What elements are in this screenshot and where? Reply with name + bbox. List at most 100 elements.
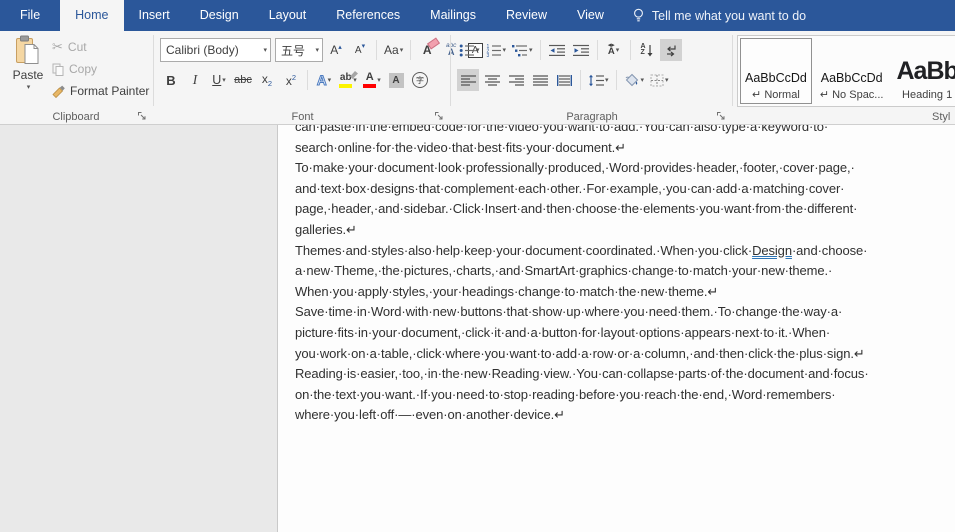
asian-layout-button[interactable]: ◂▸ A ▾ (603, 39, 625, 61)
decrease-indent-icon (549, 44, 565, 57)
align-right-button[interactable] (505, 69, 527, 91)
group-separator (450, 35, 451, 106)
tab-insert[interactable]: Insert (124, 0, 185, 31)
decrease-indent-button[interactable] (546, 39, 568, 61)
doc-line[interactable]: where·you·left·off·—·even·on·another·dev… (295, 405, 955, 426)
sort-button[interactable]: AZ (636, 39, 658, 61)
doc-line[interactable]: a·new·Theme,·the·pictures,·charts,·and·S… (295, 261, 955, 282)
dialog-launcher-icon (716, 111, 726, 121)
styles-gallery: AaBbCcDd ↵ Normal AaBbCcDd ↵ No Spac... … (737, 35, 955, 107)
shading-button[interactable]: ▾ (622, 69, 647, 91)
clipboard-column: ✂ Cut Copy Format Painter (52, 37, 149, 101)
enclose-characters-button[interactable]: 字 (409, 69, 431, 91)
clipboard-group: Paste ▾ ✂ Cut Copy (0, 31, 152, 124)
font-name-select[interactable]: Calibri (Body)▾ (160, 38, 271, 62)
tab-layout[interactable]: Layout (254, 0, 322, 31)
subscript-button[interactable]: x2 (256, 69, 278, 91)
separator (597, 40, 598, 60)
combo-arrow-icon: ▾ (315, 47, 319, 54)
copy-button[interactable]: Copy (52, 59, 149, 79)
format-painter-button[interactable]: Format Painter (52, 81, 149, 101)
text-effects-button[interactable]: A▾ (313, 69, 335, 91)
bullets-button[interactable]: ▾ (457, 39, 482, 61)
dropdown-arrow-icon: ▾ (222, 77, 226, 84)
italic-icon: I (193, 73, 198, 87)
increase-indent-button[interactable] (570, 39, 592, 61)
text-effects-icon: A (317, 73, 327, 88)
doc-line[interactable]: Themes·and·styles·also·help·keep·your·do… (295, 241, 955, 262)
doc-line[interactable]: and·text·box·designs·that·complement·eac… (295, 179, 955, 200)
character-shading-button[interactable]: A (385, 69, 407, 91)
distribute-button[interactable] (553, 69, 575, 91)
paste-label: Paste (13, 68, 44, 82)
doc-line[interactable]: picture·fits·in·your·document,·click·it·… (295, 323, 955, 344)
style-name: Heading 1 (902, 89, 952, 101)
justify-button[interactable] (529, 69, 551, 91)
dropdown-arrow-icon: ▾ (529, 47, 533, 54)
separator (307, 70, 308, 90)
font-color-button[interactable]: A ▾ (361, 69, 383, 91)
style-name: ↵ No Spac... (820, 88, 884, 101)
style-preview: AaBbCcDd (745, 51, 807, 85)
underline-button[interactable]: U▾ (208, 69, 230, 91)
font-size-value: 五号 (281, 42, 305, 59)
borders-button[interactable]: ▾ (648, 69, 671, 91)
shrink-font-button[interactable]: A▾ (349, 39, 371, 61)
format-painter-label: Format Painter (70, 84, 149, 98)
dropdown-arrow-icon: ▾ (616, 47, 620, 54)
clipboard-group-label: Clipboard (0, 111, 152, 123)
doc-line[interactable]: When·you·apply·styles,·your·headings·cha… (295, 282, 955, 303)
document-page[interactable]: can·paste·in·the·embed·code·for·the·vide… (277, 125, 955, 532)
change-case-button[interactable]: Aa▾ (382, 39, 405, 61)
shading-bucket-icon (624, 73, 640, 87)
tab-references[interactable]: References (321, 0, 415, 31)
highlight-color-button[interactable]: ab ▾ (337, 69, 359, 91)
multilevel-list-button[interactable]: ▾ (510, 39, 535, 61)
doc-line[interactable]: you·work·on·a·table,·click·where·you·wan… (295, 344, 955, 365)
dropdown-arrow-icon: ▾ (328, 77, 332, 84)
doc-line[interactable]: can·paste·in·the·embed·code·for·the·vide… (295, 125, 955, 138)
cut-button[interactable]: ✂ Cut (52, 37, 149, 57)
show-hide-marks-button[interactable] (660, 39, 682, 61)
tell-me-box[interactable]: Tell me what you want to do (632, 0, 806, 31)
line-spacing-button[interactable]: ▾ (586, 69, 611, 91)
font-size-select[interactable]: 五号 ▾ (275, 38, 323, 62)
doc-line[interactable]: Save·time·in·Word·with·new·buttons·that·… (295, 302, 955, 323)
align-center-button[interactable] (481, 69, 503, 91)
doc-line[interactable]: To·make·your·document·look·professionall… (295, 158, 955, 179)
font-dialog-launcher[interactable] (433, 110, 445, 122)
cut-icon: ✂ (52, 39, 63, 55)
numbering-icon: 123 (486, 44, 502, 57)
align-left-button[interactable] (457, 69, 479, 91)
doc-line[interactable]: on·the·text·you·want.·If·you·need·to·sto… (295, 385, 955, 406)
doc-line[interactable]: galleries.↵ (295, 220, 955, 241)
clear-formatting-button[interactable]: A (416, 39, 438, 61)
tab-design[interactable]: Design (185, 0, 254, 31)
bold-button[interactable]: B (160, 69, 182, 91)
paragraph-dialog-launcher[interactable] (715, 110, 727, 122)
tab-view[interactable]: View (562, 0, 619, 31)
grow-font-button[interactable]: A▴ (325, 39, 347, 61)
separator (376, 40, 377, 60)
style-normal[interactable]: AaBbCcDd ↵ Normal (740, 38, 812, 104)
style-no-spacing[interactable]: AaBbCcDd ↵ No Spac... (815, 38, 889, 104)
style-heading-1[interactable]: AaBb Heading 1 (891, 38, 955, 104)
superscript-button[interactable]: x2 (280, 69, 302, 91)
tab-review[interactable]: Review (491, 0, 562, 31)
clipboard-dialog-launcher[interactable] (136, 110, 148, 122)
align-center-icon (485, 75, 500, 86)
italic-button[interactable]: I (184, 69, 206, 91)
subscript-icon: x2 (262, 73, 272, 88)
svg-text:3: 3 (486, 53, 489, 57)
tab-home[interactable]: Home (60, 0, 123, 31)
tab-file[interactable]: File (0, 0, 60, 31)
doc-line[interactable]: page,·header,·and·sidebar.·Click·Insert·… (295, 199, 955, 220)
numbering-button[interactable]: 123 ▾ (484, 39, 509, 61)
dialog-launcher-icon (137, 111, 147, 121)
tab-mailings[interactable]: Mailings (415, 0, 491, 31)
strikethrough-button[interactable]: abc (232, 69, 254, 91)
doc-line[interactable]: search·online·for·the·video·that·best·fi… (295, 138, 955, 159)
underline-icon: U (212, 74, 221, 87)
doc-line[interactable]: Reading·is·easier,·too,·in·the·new·Readi… (295, 364, 955, 385)
paste-button[interactable]: Paste ▾ (6, 35, 50, 109)
